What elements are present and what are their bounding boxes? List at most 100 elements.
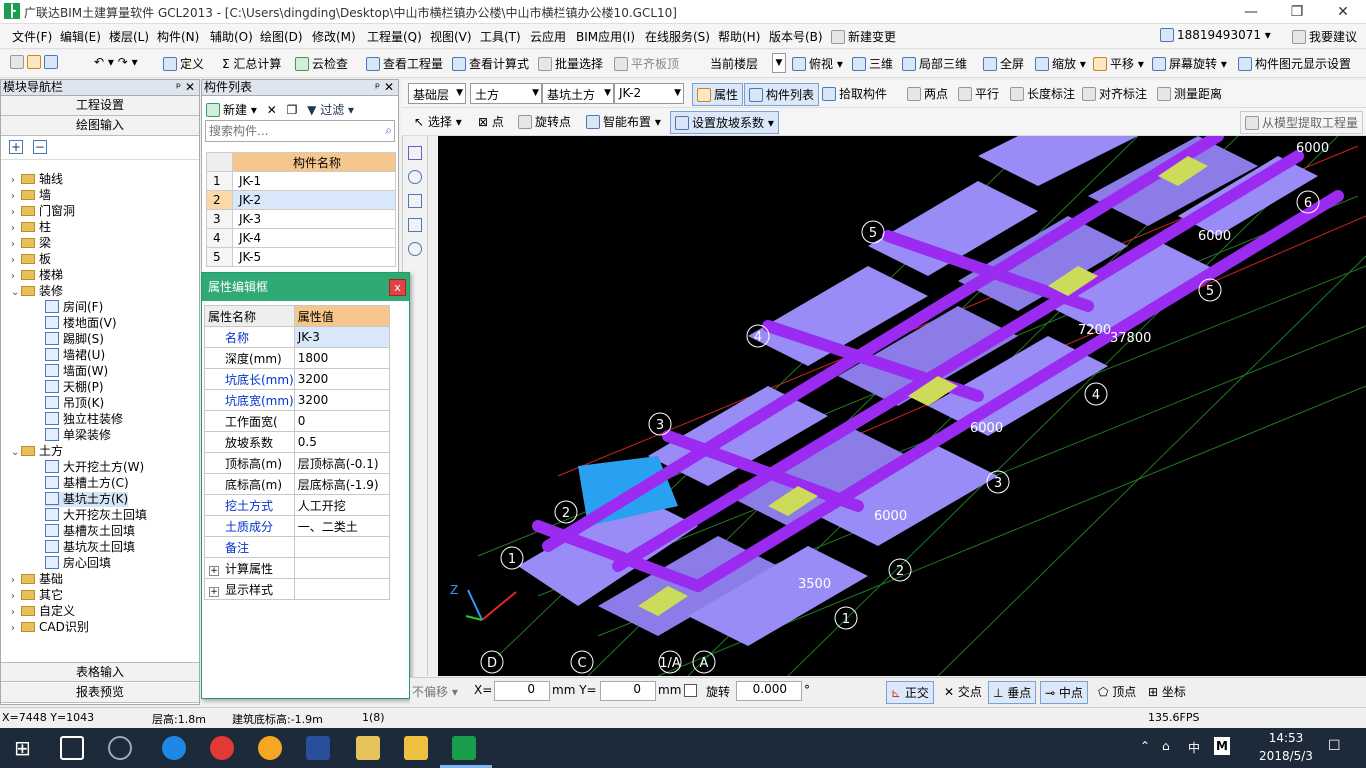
- tree-node-column[interactable]: › 柱: [11, 220, 51, 236]
- tree-node-slab[interactable]: › 板: [11, 252, 51, 268]
- parallel-button[interactable]: 平行: [958, 85, 999, 102]
- fullscreen-button[interactable]: 全屏: [983, 55, 1024, 72]
- cloud-check-button[interactable]: 云检查: [295, 55, 348, 72]
- menu-modify[interactable]: 修改(M): [312, 28, 356, 45]
- start-icon[interactable]: ⊞: [14, 736, 38, 760]
- tree-node-openings[interactable]: › 门窗洞: [11, 204, 75, 220]
- minimize-button[interactable]: —: [1228, 0, 1274, 24]
- tree-item-trench[interactable]: 基槽土方(C): [45, 476, 129, 491]
- notification-icon[interactable]: ☐: [1328, 738, 1341, 754]
- suggest-link[interactable]: 我要建议: [1292, 28, 1357, 45]
- prop-row-width[interactable]: 坑底宽(mm) 3200: [204, 389, 390, 411]
- tree-item-floor[interactable]: 楼地面(V): [45, 316, 117, 331]
- clock-date[interactable]: 2018/5/3: [1250, 749, 1322, 763]
- component-list-button[interactable]: 构件列表: [744, 83, 820, 106]
- tree-item-skirting[interactable]: 踢脚(S): [45, 332, 104, 347]
- pan-button[interactable]: 平移 ▾: [1093, 55, 1144, 72]
- table-input-button[interactable]: 表格输入: [1, 662, 199, 682]
- search-icon[interactable]: ⌕: [385, 123, 392, 138]
- tree-node-cad[interactable]: › CAD识别: [11, 620, 89, 636]
- view-quantity-button[interactable]: 查看工程量: [366, 55, 443, 72]
- restore-button[interactable]: ❐: [1274, 0, 1320, 24]
- intersection-button[interactable]: ✕ 交点: [944, 683, 982, 700]
- angle-input[interactable]: 0.000: [736, 681, 802, 701]
- 3d-button[interactable]: 三维: [852, 55, 893, 72]
- extract-quantity-button[interactable]: 从模型提取工程量: [1240, 111, 1364, 134]
- view-formula-button[interactable]: 查看计算式: [452, 55, 529, 72]
- menu-help[interactable]: 帮助(H): [718, 28, 760, 45]
- align-slab-button[interactable]: 平齐板顶: [614, 55, 679, 72]
- close-button[interactable]: ✕: [1320, 0, 1366, 24]
- type-select[interactable]: 基坑土方 ▼: [542, 83, 614, 104]
- menu-edit[interactable]: 编辑(E): [60, 28, 101, 45]
- point-button[interactable]: ⊠ 点: [478, 113, 504, 130]
- local-3d-button[interactable]: 局部三维: [902, 55, 967, 72]
- table-row[interactable]: 2 JK-2: [206, 190, 396, 210]
- new-component-button[interactable]: 新建 ▾: [206, 103, 257, 117]
- two-points-button[interactable]: 两点: [907, 85, 948, 102]
- tree-node-custom[interactable]: › 自定义: [11, 604, 75, 620]
- menu-aux[interactable]: 辅助(O): [210, 28, 253, 45]
- rotate-tool-icon[interactable]: [408, 242, 422, 256]
- move-icon[interactable]: [408, 218, 422, 232]
- tree-node-other[interactable]: › 其它: [11, 588, 63, 604]
- menu-file[interactable]: 文件(F): [12, 28, 52, 45]
- clock-time[interactable]: 14:53: [1256, 731, 1316, 745]
- delete-icon[interactable]: ✕: [267, 103, 277, 117]
- glodon-app-icon[interactable]: [452, 736, 476, 760]
- menu-view[interactable]: 视图(V): [430, 28, 472, 45]
- rotate-point-button[interactable]: 旋转点: [518, 113, 571, 130]
- project-settings-button[interactable]: 工程设置: [1, 96, 199, 116]
- coordinate-button[interactable]: ⊞ 坐标: [1148, 683, 1186, 700]
- select-button[interactable]: ↖ 选择 ▾: [414, 113, 462, 130]
- category-select[interactable]: 土方 ▼: [470, 83, 542, 104]
- table-row[interactable]: 5 JK-5: [206, 247, 396, 267]
- tree-item-excavation[interactable]: 大开挖土方(W): [45, 460, 144, 475]
- menu-tools[interactable]: 工具(T): [480, 28, 521, 45]
- ime-mode[interactable]: M: [1214, 737, 1230, 755]
- align-mark-button[interactable]: 对齐标注: [1082, 85, 1147, 102]
- brush-icon[interactable]: [408, 146, 422, 160]
- floor-dropdown-arrow[interactable]: ▼: [772, 53, 786, 73]
- prop-row-top-elev[interactable]: 顶标高(m) 层顶标高(-0.1): [204, 452, 390, 474]
- tree-item-dado[interactable]: 墙裙(U): [45, 348, 105, 363]
- rotate-checkbox[interactable]: [684, 684, 697, 697]
- zoom-button[interactable]: 缩放 ▾: [1035, 55, 1086, 72]
- task-view-icon[interactable]: [60, 736, 84, 760]
- tree-item-ceiling[interactable]: 天棚(P): [45, 380, 104, 395]
- vertex-button[interactable]: ⬠ 顶点: [1098, 683, 1136, 700]
- tree-node-decoration[interactable]: ⌄ 装修: [11, 284, 63, 300]
- component-search-input[interactable]: [206, 121, 366, 141]
- prop-row-slope[interactable]: 放坡系数 0.5: [204, 431, 390, 453]
- pick-component-button[interactable]: 拾取构件: [822, 85, 887, 102]
- filter-button[interactable]: ▼ 过滤 ▾: [307, 103, 354, 117]
- tray-chevron-icon[interactable]: ⌃: [1140, 739, 1150, 753]
- menu-online[interactable]: 在线服务(S): [645, 28, 710, 45]
- display-settings-button[interactable]: 构件图元显示设置: [1238, 55, 1351, 72]
- prop-row-depth[interactable]: 深度(mm) 1800: [204, 347, 390, 369]
- tree-node-foundation[interactable]: › 基础: [11, 572, 63, 588]
- perpendicular-button[interactable]: ⊥ 垂点: [988, 681, 1037, 704]
- collapse-all-icon[interactable]: −: [32, 140, 47, 154]
- edge-icon[interactable]: [162, 736, 186, 760]
- account-menu[interactable]: 18819493071 ▾: [1160, 28, 1271, 42]
- properties-button[interactable]: 属性: [692, 83, 744, 106]
- set-slope-button[interactable]: 设置放坡系数 ▾: [670, 111, 779, 134]
- tree-item-pit-backfill[interactable]: 基坑灰土回填: [45, 540, 135, 555]
- menu-new-change[interactable]: 新建变更: [831, 28, 896, 45]
- tree-node-beam[interactable]: › 梁: [11, 236, 51, 252]
- link-icon[interactable]: [408, 170, 422, 184]
- define-button[interactable]: 定义: [163, 55, 204, 72]
- mirror-icon[interactable]: [408, 194, 422, 208]
- browser360-icon[interactable]: [108, 736, 132, 760]
- undo-redo-icons[interactable]: ↶ ▾ ↷ ▾: [94, 55, 138, 69]
- summary-calc-button[interactable]: Σ 汇总计算: [222, 55, 281, 72]
- network-icon[interactable]: ⌂: [1162, 739, 1170, 753]
- report-preview-button[interactable]: 报表预览: [1, 683, 199, 703]
- tree-node-stairs[interactable]: › 楼梯: [11, 268, 63, 284]
- midpoint-button[interactable]: ⊸ 中点: [1040, 681, 1088, 704]
- tree-item-pit[interactable]: 基坑土方(K): [45, 492, 129, 507]
- prop-row-bottom-elev[interactable]: 底标高(m) 层底标高(-1.9): [204, 473, 390, 495]
- cad-icon[interactable]: [306, 736, 330, 760]
- length-mark-button[interactable]: 长度标注: [1010, 85, 1075, 102]
